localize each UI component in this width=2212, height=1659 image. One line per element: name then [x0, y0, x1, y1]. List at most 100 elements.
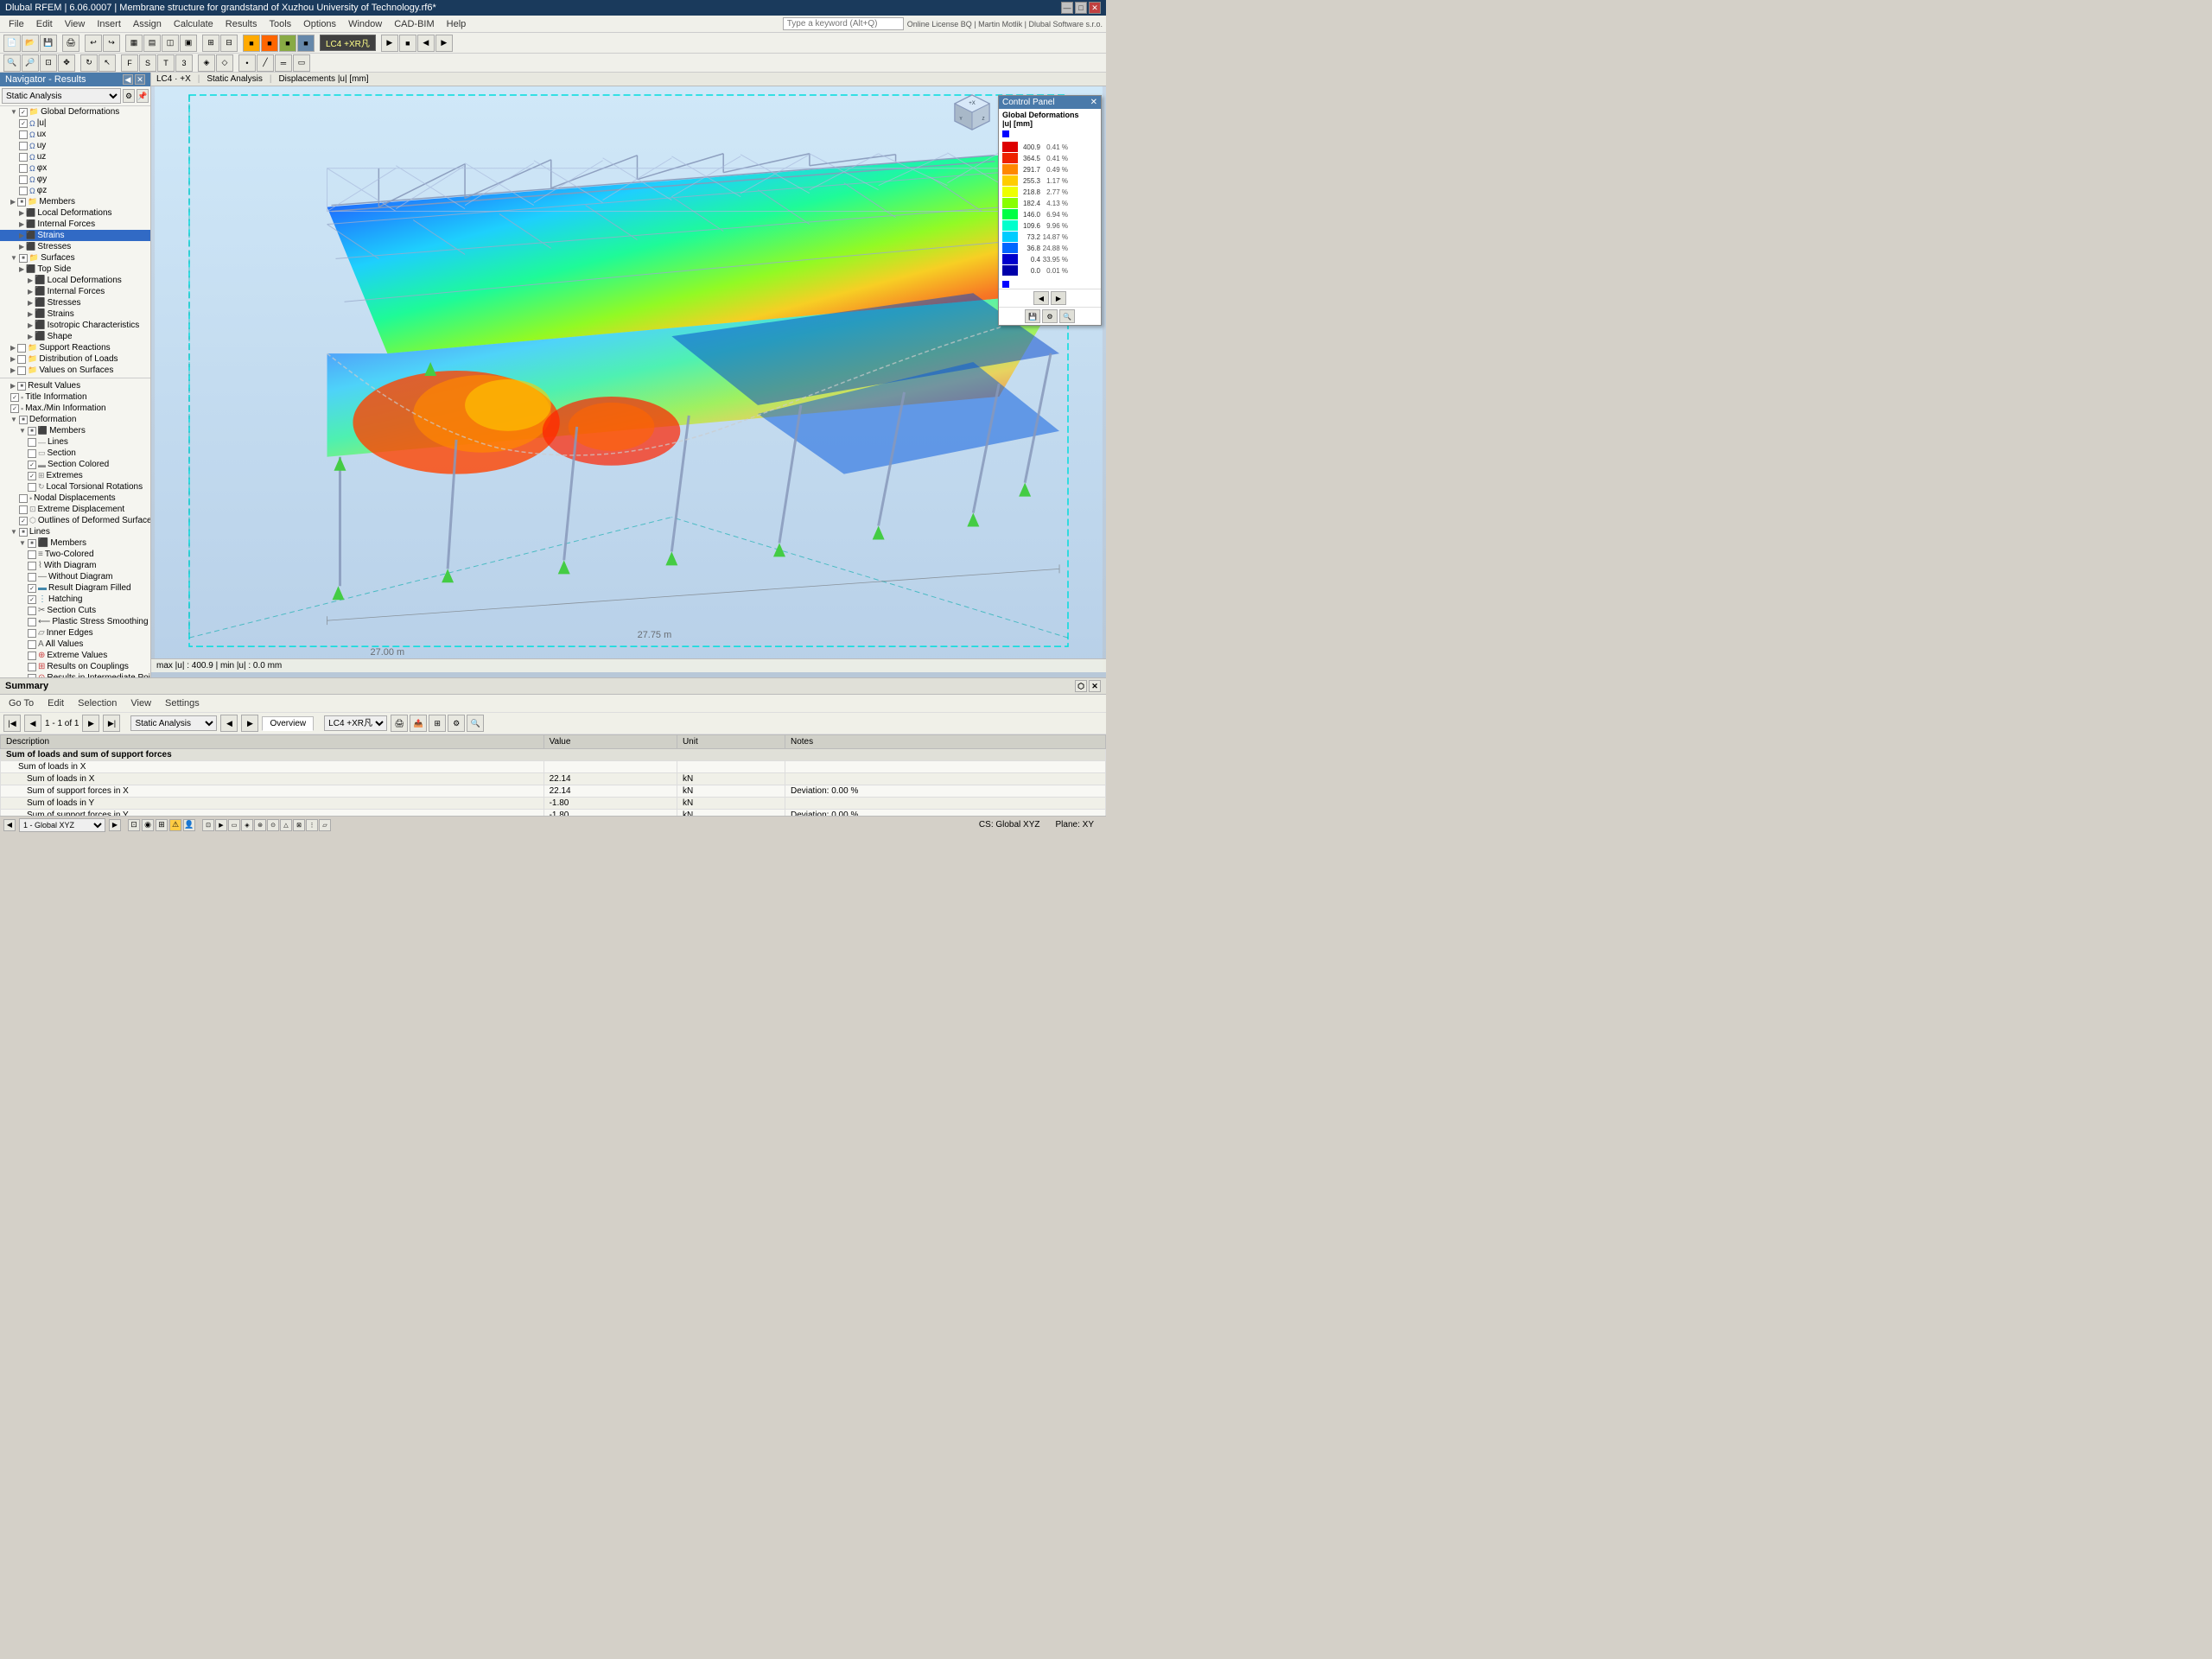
- cp-settings-btn[interactable]: ⚙: [1042, 309, 1058, 323]
- tb2-wire[interactable]: ◇: [216, 54, 233, 72]
- menu-help[interactable]: Help: [442, 17, 472, 31]
- cp-close-btn[interactable]: ✕: [1090, 98, 1097, 107]
- nav-surfaces[interactable]: ▼ 📁 Surfaces: [0, 252, 150, 264]
- sb2[interactable]: ▶: [215, 819, 227, 831]
- nav-extreme-values[interactable]: ⊕ Extreme Values: [0, 650, 150, 661]
- view-selector[interactable]: 1 - Global XYZ: [19, 818, 105, 832]
- check-support[interactable]: [17, 344, 26, 353]
- tb-next[interactable]: ▶: [435, 35, 453, 52]
- tb2-rotate[interactable]: ↻: [80, 54, 98, 72]
- sb6[interactable]: ⊙: [267, 819, 279, 831]
- menu-results[interactable]: Results: [220, 17, 263, 31]
- bottom-nav2[interactable]: ▶: [241, 715, 258, 732]
- menu-cad-bim[interactable]: CAD-BIM: [389, 17, 439, 31]
- nav-btn1[interactable]: ◀: [123, 74, 133, 85]
- check-two-colored[interactable]: [28, 550, 36, 559]
- tb2-select[interactable]: ↖: [99, 54, 116, 72]
- cp-nav-btn-1[interactable]: ◀: [1033, 291, 1049, 305]
- sb4[interactable]: ◈: [241, 819, 253, 831]
- bottom-view[interactable]: View: [125, 696, 156, 710]
- nav-support-reactions[interactable]: ▶ 📁 Support Reactions: [0, 342, 150, 353]
- bottom-next-page[interactable]: ▶|: [103, 715, 120, 732]
- check-surfaces[interactable]: [19, 254, 28, 263]
- nav-local-def-surf[interactable]: ▶ ⬛ Local Deformations: [0, 275, 150, 286]
- nav-section-colored[interactable]: ▬ Section Colored: [0, 459, 150, 470]
- status-btn-2[interactable]: ◉: [142, 819, 154, 831]
- nav-extreme-disp[interactable]: ⊡ Extreme Displacement: [0, 504, 150, 515]
- nav-item-phix[interactable]: Ω φx: [0, 162, 150, 174]
- nav-def-lines[interactable]: — Lines: [0, 436, 150, 448]
- nav-inner-edges[interactable]: ▱ Inner Edges: [0, 627, 150, 639]
- tb-stop[interactable]: ■: [399, 35, 416, 52]
- menu-insert[interactable]: Insert: [92, 17, 126, 31]
- bottom-close-btn[interactable]: ✕: [1089, 680, 1101, 692]
- view-cube[interactable]: +X Y Z: [950, 91, 994, 134]
- check-extreme-values[interactable]: [28, 652, 36, 660]
- bottom-prev[interactable]: ◀: [24, 715, 41, 732]
- nav-extremes[interactable]: ⊞ Extremes: [0, 470, 150, 481]
- nav-maxmin-info[interactable]: ▪ Max./Min Information: [0, 403, 150, 414]
- tb2-view-3d[interactable]: 3: [175, 54, 193, 72]
- nav-result-filled[interactable]: ▬ Result Diagram Filled: [0, 582, 150, 594]
- check-lines[interactable]: [19, 528, 28, 537]
- check-uy[interactable]: [19, 142, 28, 150]
- maximize-button[interactable]: □: [1075, 2, 1087, 14]
- bottom-nav1[interactable]: ◀: [220, 715, 238, 732]
- sb3[interactable]: ▭: [228, 819, 240, 831]
- sb5[interactable]: ⊛: [254, 819, 266, 831]
- sb1[interactable]: ⊡: [202, 819, 214, 831]
- menu-options[interactable]: Options: [298, 17, 341, 31]
- bottom-settings[interactable]: Settings: [160, 696, 205, 710]
- nav-strains[interactable]: ▶ ⬛ Strains: [0, 230, 150, 241]
- tb-redo[interactable]: ↪: [103, 35, 120, 52]
- check-inner-edges[interactable]: [28, 629, 36, 638]
- tb-b4[interactable]: ▣: [180, 35, 197, 52]
- check-all-values[interactable]: [28, 640, 36, 649]
- nav-results-couplings[interactable]: ⊞ Results on Couplings: [0, 661, 150, 672]
- status-prev[interactable]: ◀: [3, 819, 16, 831]
- nav-nodal-disp[interactable]: • Nodal Displacements: [0, 493, 150, 504]
- tb2-member[interactable]: ═: [275, 54, 292, 72]
- check-results-couplings[interactable]: [28, 663, 36, 671]
- check-uz[interactable]: [19, 153, 28, 162]
- tb-save[interactable]: 💾: [40, 35, 57, 52]
- tb2-zoom-out[interactable]: 🔎: [22, 54, 39, 72]
- btn-export[interactable]: 📤: [410, 715, 427, 732]
- nav-title-info[interactable]: ▪ Title Information: [0, 391, 150, 403]
- menu-calculate[interactable]: Calculate: [168, 17, 219, 31]
- check-deformation[interactable]: [19, 416, 28, 424]
- nav-item-uy[interactable]: Ω uy: [0, 140, 150, 151]
- nav-stresses-members[interactable]: ▶ ⬛ Stresses: [0, 241, 150, 252]
- menu-file[interactable]: File: [3, 17, 29, 31]
- bottom-edit[interactable]: Edit: [42, 696, 69, 710]
- check-def-lines[interactable]: [28, 438, 36, 447]
- nav-dist-loads[interactable]: ▶ 📁 Distribution of Loads: [0, 353, 150, 365]
- nav-members[interactable]: ▶ 📁 Members: [0, 196, 150, 207]
- cp-nav-btn-2[interactable]: ▶: [1051, 291, 1066, 305]
- check-outlines[interactable]: [19, 517, 28, 525]
- nav-without-diagram[interactable]: — Without Diagram: [0, 571, 150, 582]
- btn-filter[interactable]: ⊞: [429, 715, 446, 732]
- tb2-pan[interactable]: ✥: [58, 54, 75, 72]
- tb-b8[interactable]: ■: [261, 35, 278, 52]
- menu-window[interactable]: Window: [343, 17, 387, 31]
- nav-deformation[interactable]: ▼ Deformation: [0, 414, 150, 425]
- search-input[interactable]: [783, 17, 904, 30]
- check-phiz[interactable]: [19, 187, 28, 195]
- tb-b2[interactable]: ▤: [143, 35, 161, 52]
- check-phix[interactable]: [19, 164, 28, 173]
- tb2-node[interactable]: •: [238, 54, 256, 72]
- tb-prev[interactable]: ◀: [417, 35, 435, 52]
- tb2-view-top[interactable]: T: [157, 54, 175, 72]
- tb-b9[interactable]: ■: [279, 35, 296, 52]
- nav-item-u-abs[interactable]: Ω |u|: [0, 118, 150, 129]
- check-def-members[interactable]: [28, 427, 36, 435]
- tb2-render[interactable]: ◈: [198, 54, 215, 72]
- nav-item-phiz[interactable]: Ω φz: [0, 185, 150, 196]
- check-extremes[interactable]: [28, 472, 36, 480]
- nav-internal-forces-surf[interactable]: ▶ ⬛ Internal Forces: [0, 286, 150, 297]
- close-button[interactable]: ✕: [1089, 2, 1101, 14]
- nav-hatching[interactable]: ⋮ Hatching: [0, 594, 150, 605]
- nav-shape[interactable]: ▶ ⬛ Shape: [0, 331, 150, 342]
- cp-zoom-btn[interactable]: 🔍: [1059, 309, 1075, 323]
